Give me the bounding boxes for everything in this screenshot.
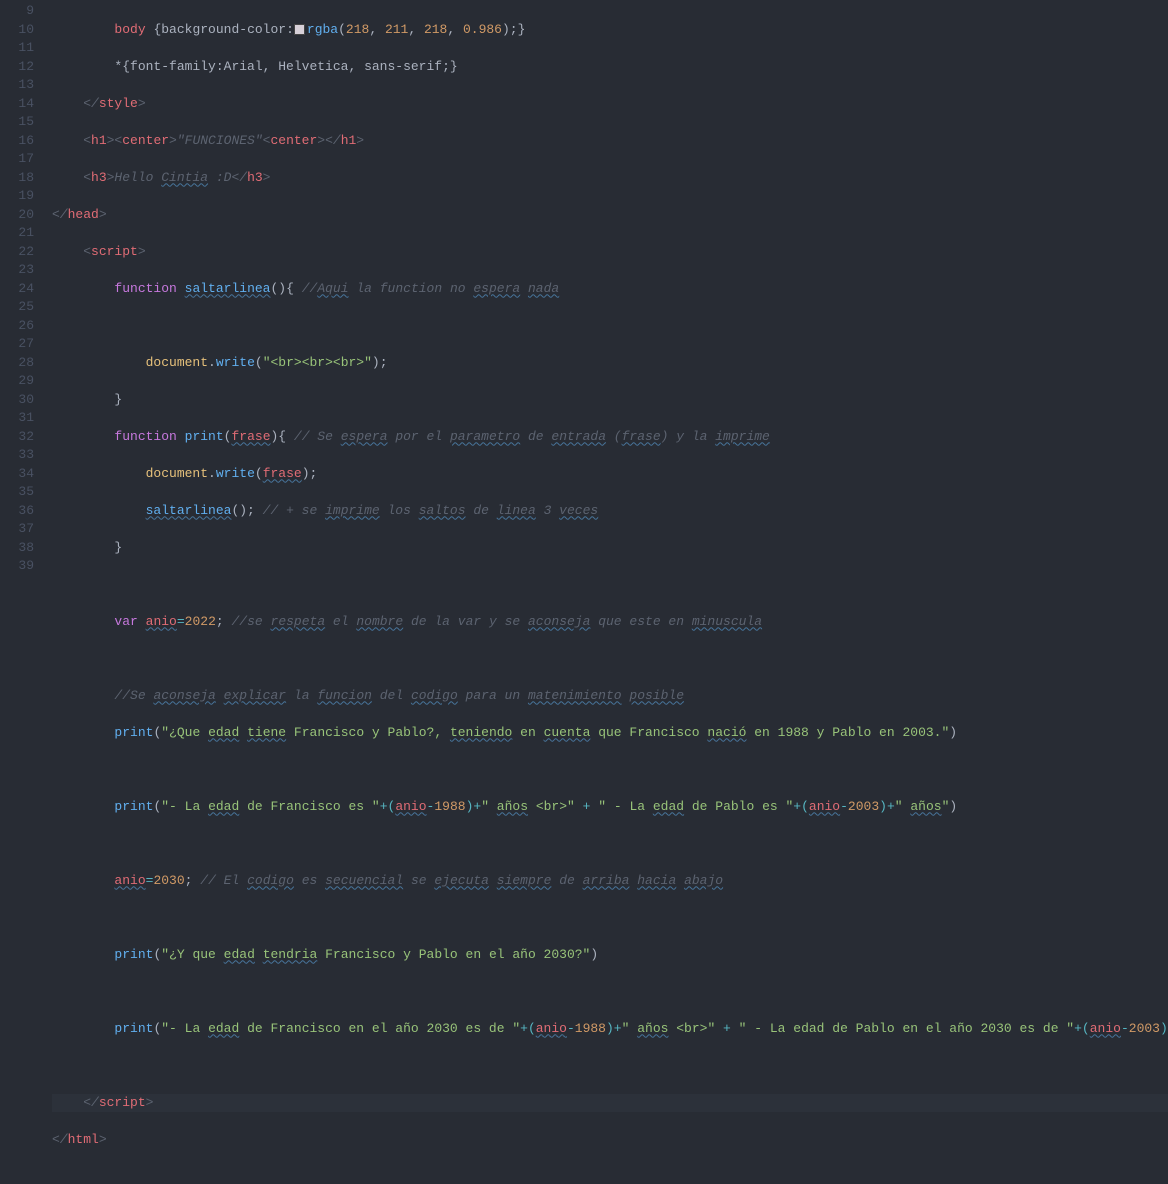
line-number[interactable]: 23	[0, 261, 34, 280]
line-number[interactable]: 26	[0, 317, 34, 336]
code-line[interactable]	[52, 650, 1168, 669]
code-line[interactable]: anio=2030; // El codigo es secuencial se…	[52, 872, 1168, 891]
code-line[interactable]: print("- La edad de Francisco en el año …	[52, 1020, 1168, 1039]
line-number[interactable]: 35	[0, 483, 34, 502]
line-number[interactable]: 12	[0, 58, 34, 77]
line-number[interactable]: 31	[0, 409, 34, 428]
line-number[interactable]: 15	[0, 113, 34, 132]
code-line[interactable]: print("¿Y que edad tendria Francisco y P…	[52, 946, 1168, 965]
code-area[interactable]: body {background-color:rgba(218, 211, 21…	[52, 0, 1168, 592]
code-line-highlighted[interactable]: </script>	[52, 1094, 1168, 1113]
line-number[interactable]: 22	[0, 243, 34, 262]
line-number[interactable]: 29	[0, 372, 34, 391]
line-number[interactable]: 14	[0, 95, 34, 114]
code-line[interactable]	[52, 1057, 1168, 1076]
code-line[interactable]: print("¿Que edad tiene Francisco y Pablo…	[52, 724, 1168, 743]
code-line[interactable]: //Se aconseja explicar la funcion del co…	[52, 687, 1168, 706]
line-number[interactable]: 32	[0, 428, 34, 447]
code-line[interactable]	[52, 983, 1168, 1002]
line-number[interactable]: 25	[0, 298, 34, 317]
code-line[interactable]: }	[52, 391, 1168, 410]
code-line[interactable]: }	[52, 539, 1168, 558]
code-line[interactable]: </head>	[52, 206, 1168, 225]
line-number[interactable]: 17	[0, 150, 34, 169]
line-number[interactable]: 33	[0, 446, 34, 465]
code-line[interactable]: document.write(frase);	[52, 465, 1168, 484]
code-line[interactable]: print("- La edad de Francisco es "+(anio…	[52, 798, 1168, 817]
color-swatch-icon	[294, 24, 305, 35]
line-number-gutter: 9 10 11 12 13 14 15 16 17 18 19 20 21 22…	[0, 0, 52, 592]
line-number[interactable]: 13	[0, 76, 34, 95]
line-number[interactable]: 10	[0, 21, 34, 40]
line-number[interactable]: 20	[0, 206, 34, 225]
line-number[interactable]: 24	[0, 280, 34, 299]
line-number[interactable]: 37	[0, 520, 34, 539]
line-number[interactable]: 38	[0, 539, 34, 558]
line-number[interactable]: 39	[0, 557, 34, 576]
code-editor[interactable]: 9 10 11 12 13 14 15 16 17 18 19 20 21 22…	[0, 0, 1168, 592]
code-line[interactable]: body {background-color:rgba(218, 211, 21…	[52, 21, 1168, 40]
code-line[interactable]: function print(frase){ // Se espera por …	[52, 428, 1168, 447]
line-number[interactable]: 9	[0, 2, 34, 21]
code-line[interactable]	[52, 576, 1168, 595]
line-number[interactable]: 27	[0, 335, 34, 354]
code-line[interactable]: <script>	[52, 243, 1168, 262]
line-number[interactable]: 34	[0, 465, 34, 484]
code-line[interactable]	[52, 835, 1168, 854]
code-line[interactable]	[52, 909, 1168, 928]
line-number[interactable]: 36	[0, 502, 34, 521]
code-line[interactable]: <h1><center>"FUNCIONES"<center></h1>	[52, 132, 1168, 151]
line-number[interactable]: 16	[0, 132, 34, 151]
code-line[interactable]: function saltarlinea(){ //Aqui la functi…	[52, 280, 1168, 299]
line-number[interactable]: 21	[0, 224, 34, 243]
code-line[interactable]: *{font-family:Arial, Helvetica, sans-ser…	[52, 58, 1168, 77]
line-number[interactable]: 19	[0, 187, 34, 206]
code-line[interactable]: var anio=2022; //se respeta el nombre de…	[52, 613, 1168, 632]
code-line[interactable]	[52, 761, 1168, 780]
code-line[interactable]	[52, 317, 1168, 336]
line-number[interactable]: 18	[0, 169, 34, 188]
code-line[interactable]: <h3>Hello Cintia :D</h3>	[52, 169, 1168, 188]
line-number[interactable]: 11	[0, 39, 34, 58]
code-line[interactable]: </style>	[52, 95, 1168, 114]
code-line[interactable]: saltarlinea(); // + se imprime los salto…	[52, 502, 1168, 521]
line-number[interactable]: 28	[0, 354, 34, 373]
code-line[interactable]: </html>	[52, 1131, 1168, 1150]
code-line[interactable]: document.write("<br><br><br>");	[52, 354, 1168, 373]
line-number[interactable]: 30	[0, 391, 34, 410]
